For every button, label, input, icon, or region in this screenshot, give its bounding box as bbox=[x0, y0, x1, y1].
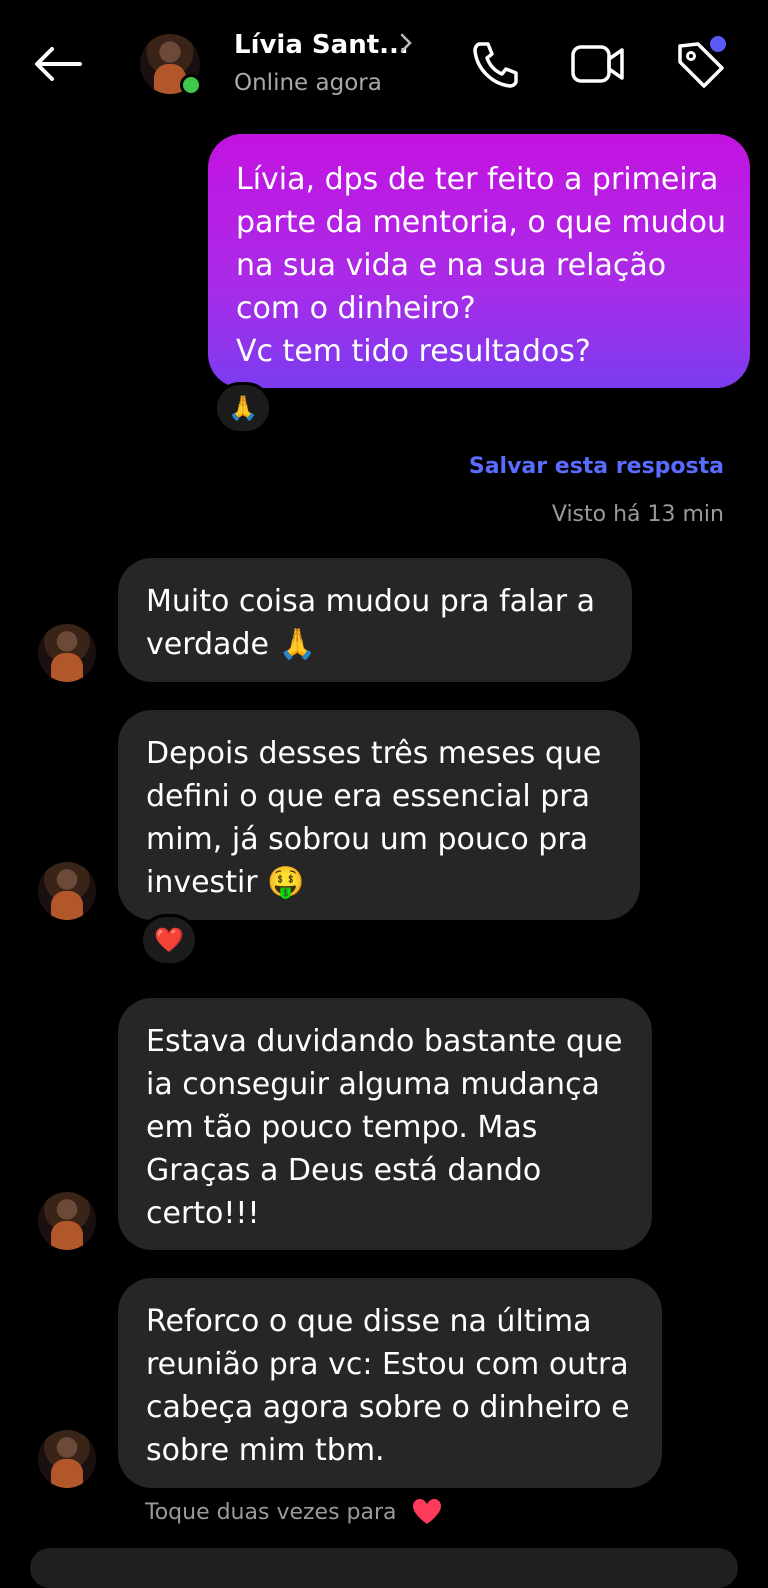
received-message-bubble[interactable]: Reforco o que disse na última reunião pr… bbox=[118, 1278, 662, 1488]
call-button[interactable] bbox=[468, 36, 524, 92]
message-text: Lívia, dps de ter feito a primeira parte… bbox=[236, 162, 727, 369]
heart-emoji: ❤️ bbox=[154, 926, 184, 954]
message-text: Depois desses três meses que defini o qu… bbox=[146, 736, 602, 900]
back-arrow-icon bbox=[35, 47, 82, 81]
chevron-right-icon[interactable] bbox=[398, 32, 414, 60]
message-reaction[interactable]: ❤️ bbox=[140, 914, 198, 966]
pray-emoji: 🙏 bbox=[228, 394, 258, 422]
video-call-button[interactable] bbox=[568, 36, 624, 92]
notification-dot bbox=[710, 36, 726, 52]
save-reply-link[interactable]: Salvar esta resposta bbox=[469, 454, 724, 479]
contact-name[interactable]: Lívia Sant... bbox=[234, 30, 409, 60]
message-reaction[interactable]: 🙏 bbox=[214, 382, 272, 434]
contact-avatar-small[interactable] bbox=[38, 862, 96, 920]
video-icon bbox=[571, 45, 624, 83]
seen-status: Visto há 13 min bbox=[551, 502, 724, 527]
contact-avatar-small[interactable] bbox=[38, 1192, 96, 1250]
received-message-bubble[interactable]: Estava duvidando bastante que ia consegu… bbox=[118, 998, 652, 1250]
contact-status: Online agora bbox=[234, 70, 382, 96]
message-text: Muito coisa mudou pra falar a verdade 🙏 bbox=[146, 584, 596, 662]
message-text: Reforco o que disse na última reunião pr… bbox=[146, 1304, 630, 1468]
phone-icon bbox=[473, 42, 518, 88]
back-button[interactable] bbox=[28, 40, 88, 88]
received-message-bubble[interactable]: Depois desses três meses que defini o qu… bbox=[118, 710, 640, 920]
sent-message-bubble[interactable]: Lívia, dps de ter feito a primeira parte… bbox=[208, 134, 750, 388]
message-text: Estava duvidando bastante que ia consegu… bbox=[146, 1024, 623, 1231]
message-composer[interactable] bbox=[30, 1548, 738, 1588]
heart-icon[interactable] bbox=[412, 1498, 442, 1526]
double-tap-hint: Toque duas vezes para bbox=[145, 1500, 397, 1525]
contact-avatar-small[interactable] bbox=[38, 624, 96, 682]
received-message-bubble[interactable]: Muito coisa mudou pra falar a verdade 🙏 bbox=[118, 558, 632, 682]
contact-avatar-small[interactable] bbox=[38, 1430, 96, 1488]
online-status-dot bbox=[180, 74, 202, 96]
